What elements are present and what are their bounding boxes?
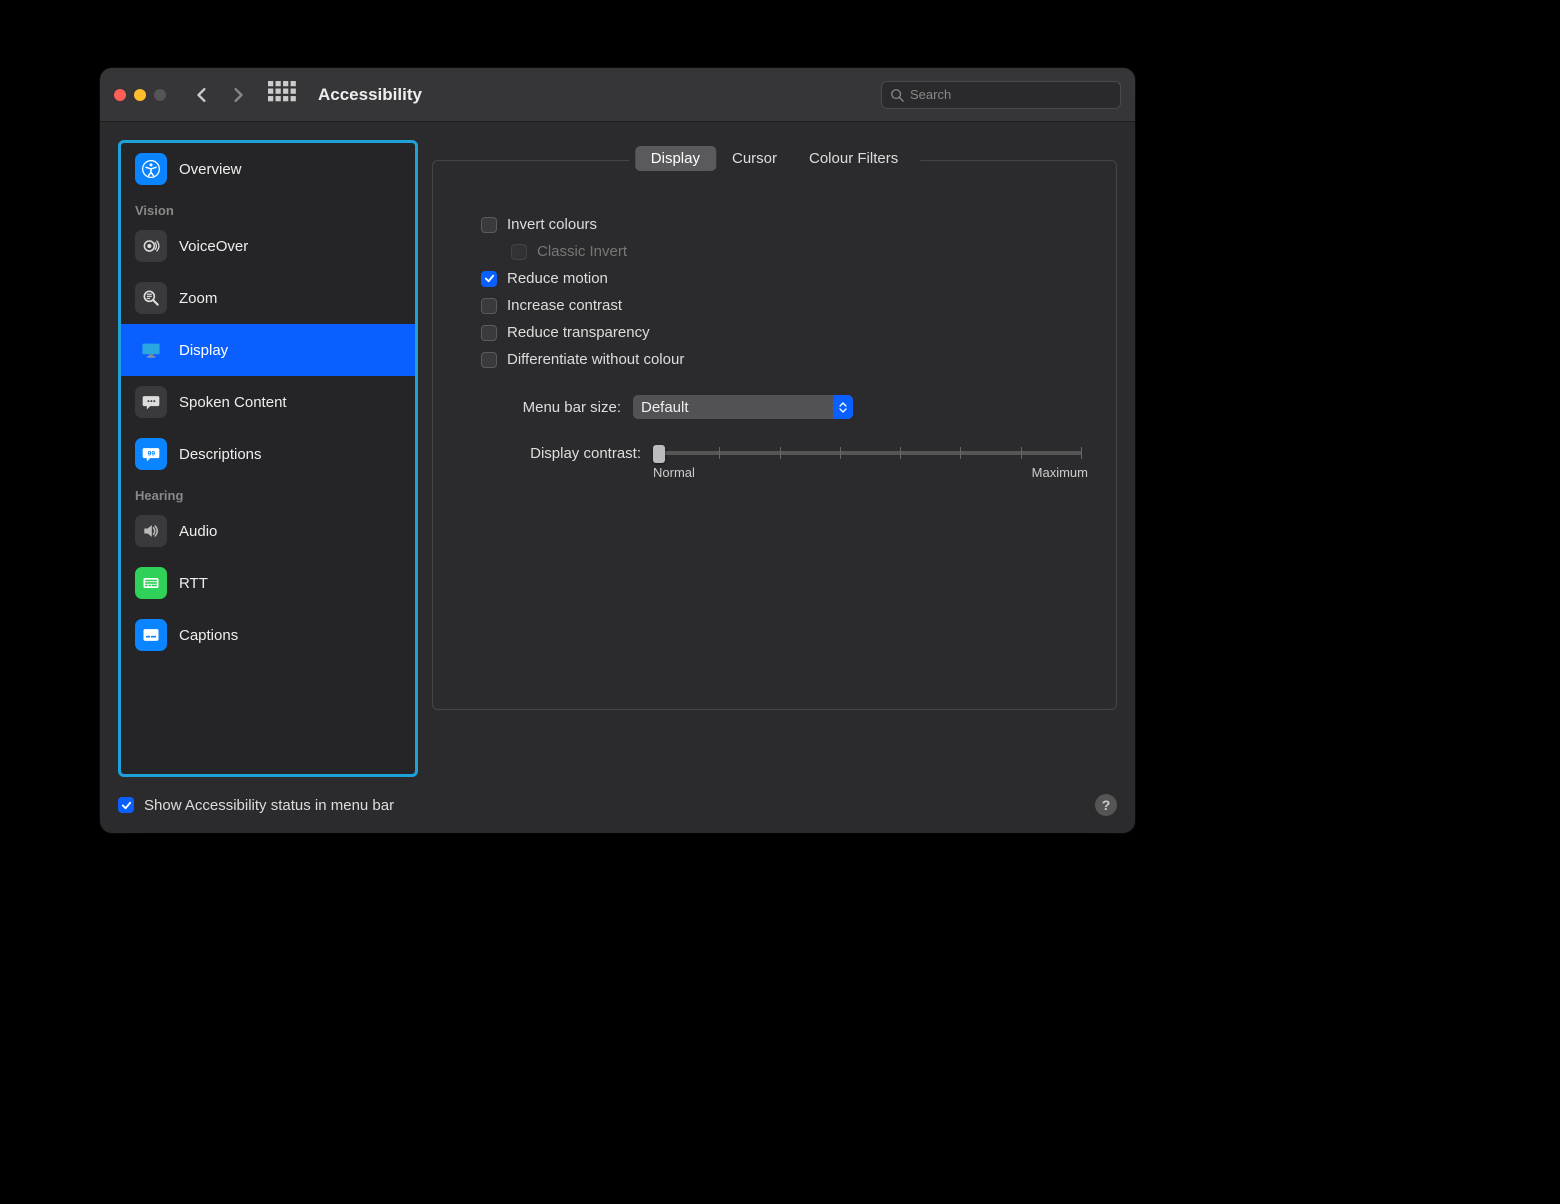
sidebar-item-display[interactable]: Display (121, 324, 415, 376)
zoom-window-button[interactable] (154, 89, 166, 101)
checkbox-label: Classic Invert (537, 243, 627, 260)
checkbox-row-classic-invert: Classic Invert (511, 238, 1088, 265)
forward-button[interactable] (224, 81, 252, 109)
checkbox-row-increase-contrast: Increase contrast (481, 292, 1088, 319)
select-stepper-icon (833, 395, 853, 419)
sidebar-item-captions[interactable]: Captions (121, 609, 415, 661)
sidebar-header: Hearing (121, 480, 415, 505)
zoom-icon (135, 282, 167, 314)
grid-icon (268, 81, 296, 109)
close-window-button[interactable] (114, 89, 126, 101)
rtt-icon (135, 567, 167, 599)
sidebar-item-overview[interactable]: Overview (121, 143, 415, 195)
content-area: Overview Vision VoiceOver Zoom Display Spoken… (100, 122, 1135, 777)
sidebar-item-label: Overview (179, 161, 242, 178)
sidebar-item-spoken-content[interactable]: Spoken Content (121, 376, 415, 428)
sidebar-header: Vision (121, 195, 415, 220)
menu-bar-size-select[interactable]: Default (633, 395, 853, 419)
checkbox-differentiate-without-colour[interactable] (481, 352, 497, 368)
window-title: Accessibility (318, 85, 422, 105)
checkbox-increase-contrast[interactable] (481, 298, 497, 314)
slider-tick (1021, 447, 1022, 459)
descriptions-icon: 99 (135, 438, 167, 470)
checkbox-row-invert-colours: Invert colours (481, 211, 1088, 238)
display-settings-group: DisplayCursorColour Filters Invert colou… (432, 160, 1117, 710)
menu-bar-size-row: Menu bar size: Default (481, 395, 1088, 419)
checkbox-row-differentiate-without-colour: Differentiate without colour (481, 346, 1088, 373)
tab-bar: DisplayCursorColour Filters (629, 146, 920, 171)
tab-display[interactable]: Display (635, 146, 716, 171)
settings-panel: DisplayCursorColour Filters Invert colou… (432, 140, 1117, 777)
sidebar-item-descriptions[interactable]: 99 Descriptions (121, 428, 415, 480)
display-contrast-row: Display contrast: Normal Maximum (481, 443, 1088, 480)
display-contrast-slider[interactable] (659, 451, 1082, 455)
menu-bar-size-label: Menu bar size: (481, 399, 621, 416)
checkbox-reduce-motion[interactable] (481, 271, 497, 287)
show-status-checkbox[interactable] (118, 797, 134, 813)
sidebar: Overview Vision VoiceOver Zoom Display Spoken… (118, 140, 418, 777)
checkbox-invert-colours[interactable] (481, 217, 497, 233)
chevron-right-icon (231, 88, 245, 102)
slider-max-label: Maximum (1032, 465, 1088, 480)
sidebar-item-rtt[interactable]: RTT (121, 557, 415, 609)
checkbox-reduce-transparency[interactable] (481, 325, 497, 341)
back-button[interactable] (188, 81, 216, 109)
slider-tick (960, 447, 961, 459)
show-status-label: Show Accessibility status in menu bar (144, 797, 394, 814)
slider-thumb[interactable] (653, 445, 665, 463)
speech-bubble-icon (135, 386, 167, 418)
sidebar-item-label: Captions (179, 627, 238, 644)
tab-colour-filters[interactable]: Colour Filters (793, 146, 914, 171)
search-input[interactable] (910, 87, 1112, 102)
sidebar-item-label: Descriptions (179, 446, 262, 463)
slider-min-label: Normal (653, 465, 695, 480)
checkbox-label: Invert colours (507, 216, 597, 233)
checkbox-label: Increase contrast (507, 297, 622, 314)
checkbox-list: Invert colours Classic Invert Reduce motio… (481, 211, 1088, 373)
slider-tick (840, 447, 841, 459)
minimize-window-button[interactable] (134, 89, 146, 101)
sidebar-item-audio[interactable]: Audio (121, 505, 415, 557)
display-contrast-label: Display contrast: (481, 443, 641, 462)
slider-tick (780, 447, 781, 459)
checkbox-row-reduce-transparency: Reduce transparency (481, 319, 1088, 346)
slider-tick (1081, 447, 1082, 459)
display-icon (135, 334, 167, 366)
slider-tick (719, 447, 720, 459)
svg-text:99: 99 (148, 451, 156, 458)
sidebar-item-label: RTT (179, 575, 208, 592)
titlebar: Accessibility (100, 68, 1135, 122)
menu-bar-size-value: Default (641, 399, 689, 416)
checkmark-icon (121, 800, 132, 811)
chevron-left-icon (195, 88, 209, 102)
speaker-icon (135, 515, 167, 547)
sidebar-item-label: Display (179, 342, 228, 359)
sidebar-item-zoom[interactable]: Zoom (121, 272, 415, 324)
sidebar-item-label: Audio (179, 523, 217, 540)
accessibility-icon (135, 153, 167, 185)
checkbox-label: Reduce motion (507, 270, 608, 287)
captions-icon (135, 619, 167, 651)
sidebar-item-label: VoiceOver (179, 238, 248, 255)
sidebar-item-voiceover[interactable]: VoiceOver (121, 220, 415, 272)
traffic-lights (114, 89, 166, 101)
sidebar-item-label: Spoken Content (179, 394, 287, 411)
checkbox-classic-invert (511, 244, 527, 260)
preferences-window: Accessibility Overview Vision VoiceOver Zoo… (100, 68, 1135, 833)
tab-cursor[interactable]: Cursor (716, 146, 793, 171)
show-all-button[interactable] (268, 81, 296, 109)
sidebar-item-label: Zoom (179, 290, 217, 307)
voiceover-icon (135, 230, 167, 262)
search-field[interactable] (881, 81, 1121, 109)
checkmark-icon (484, 273, 495, 284)
checkbox-label: Reduce transparency (507, 324, 650, 341)
footer: Show Accessibility status in menu bar ? (100, 777, 1135, 833)
help-button[interactable]: ? (1095, 794, 1117, 816)
checkbox-label: Differentiate without colour (507, 351, 684, 368)
slider-tick (900, 447, 901, 459)
checkbox-row-reduce-motion: Reduce motion (481, 265, 1088, 292)
search-icon (890, 88, 904, 102)
